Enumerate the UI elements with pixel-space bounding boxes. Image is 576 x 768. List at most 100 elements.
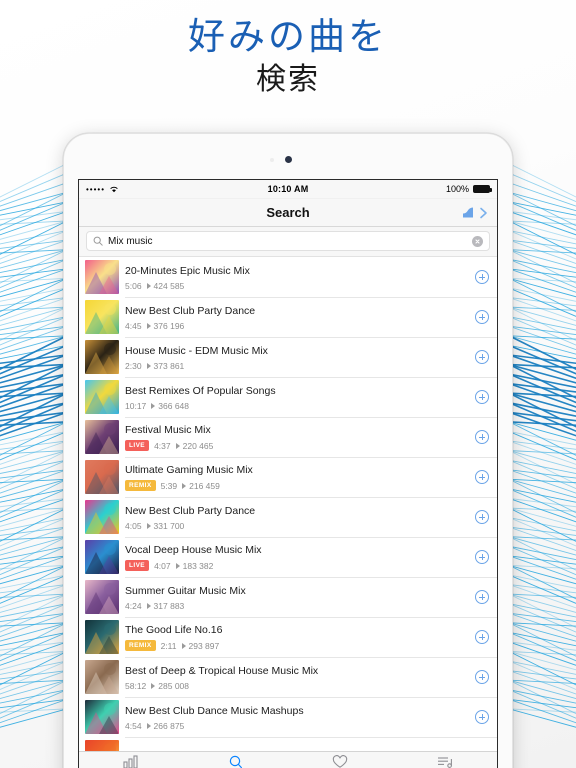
track-row[interactable]: Best of Deep & Tropical House Music Mix 5… [79,657,497,697]
wifi-icon [110,186,118,193]
add-circle-icon[interactable] [475,470,489,484]
track-meta: REMIX 5:39 216 459 [125,480,469,491]
play-icon [146,602,151,609]
track-row[interactable]: Ultimate Gaming Music Mix REMIX 5:39 216 45… [79,457,497,497]
tab-playlists[interactable]: Playlists [393,755,498,768]
play-count-value: 366 648 [158,400,190,411]
track-meta: LIVE 4:37 220 465 [125,440,469,451]
play-icon [175,442,180,449]
play-icon [146,362,151,369]
track-duration: 4:45 [125,320,142,331]
track-duration: 2:11 [160,640,177,651]
play-count-value: 317 883 [153,600,185,611]
add-circle-icon[interactable] [475,630,489,644]
device-screen: ••••• 10:10 AM 100% Search Mix music 20-… [78,179,498,768]
track-row[interactable]: New Best Club Party Dance 4:45 376 196 [79,297,497,337]
page-title: Search [266,205,310,220]
track-meta: 2:30 373 861 [125,361,469,371]
track-play-count: 317 883 [146,600,185,611]
track-play-count: 216 459 [182,481,220,491]
search-results-list[interactable]: 20-Minutes Epic Music Mix 5:06 424 585 New… [79,257,497,760]
track-thumbnail [85,620,119,654]
track-info: New Best Club Party Dance 4:05 331 700 [125,504,475,531]
track-row[interactable]: House Music - EDM Music Mix 2:30 373 861 [79,337,497,377]
play-count-value: 220 465 [182,440,214,451]
add-circle-icon[interactable] [475,310,489,324]
add-circle-icon[interactable] [475,510,489,524]
track-row[interactable]: 20-Minutes Epic Music Mix 5:06 424 585 [79,257,497,297]
add-circle-icon[interactable] [475,270,489,284]
track-info: Vocal Deep House Music Mix LIVE 4:07 183 38… [125,543,475,571]
add-circle-icon[interactable] [475,710,489,724]
tab-search[interactable]: Search [184,755,289,768]
track-play-count: 293 897 [181,641,219,651]
track-play-count: 331 700 [146,520,185,531]
add-circle-icon[interactable] [475,550,489,564]
track-row[interactable]: New Best Club Party Dance 4:05 331 700 [79,497,497,537]
nav-right-action[interactable] [462,206,489,219]
search-input[interactable]: Mix music [108,236,467,247]
track-thumbnail [85,460,119,494]
track-info: The Good Life No.16 REMIX 2:11 293 897 [125,623,475,651]
track-thumbnail [85,540,119,574]
track-title: Best Remixes Of Popular Songs [125,384,276,397]
clear-icon[interactable] [472,235,483,247]
track-play-count: 366 648 [151,401,189,411]
tab-favorites[interactable]: Favorites [288,755,393,768]
track-title: Vocal Deep House Music Mix [125,544,262,556]
add-circle-icon[interactable] [475,590,489,604]
add-circle-icon[interactable] [475,390,489,404]
track-title: 20-Minutes Epic Music Mix [125,264,250,277]
track-play-count: 266 875 [146,721,184,731]
track-row[interactable]: Vocal Deep House Music Mix LIVE 4:07 183 38… [79,537,497,577]
track-meta: REMIX 2:11 293 897 [125,640,469,651]
track-thumbnail [85,500,119,534]
track-row[interactable]: Summer Guitar Music Mix 4:24 317 883 [79,577,497,617]
add-circle-icon[interactable] [475,350,489,364]
search-icon [93,236,103,246]
play-count-value: 285 008 [158,680,190,691]
track-thumbnail [85,340,119,374]
wave-icon [463,207,473,217]
track-meta: 4:05 331 700 [125,521,469,531]
track-title: New Best Club Party Dance [125,504,256,517]
headline-line-2: 検索 [256,62,320,97]
track-meta: 58:12 285 008 [125,681,469,691]
track-duration: 2:30 [125,360,142,371]
add-circle-icon[interactable] [475,670,489,684]
track-title: The Good Life No.16 [125,624,223,636]
tab-charts[interactable]: Charts [79,755,184,768]
track-meta: 4:24 317 883 [125,601,469,611]
track-title: Summer Guitar Music Mix [125,584,246,597]
track-thumbnail [85,700,119,734]
track-duration: 4:54 [125,720,142,731]
status-bar-time: 10:10 AM [267,184,309,194]
track-duration: 5:06 [125,280,142,291]
playlist-icon [437,755,453,768]
track-thumbnail [85,660,119,694]
tab-bar[interactable]: ChartsSearchFavoritesPlaylists [79,751,497,768]
play-count-value: 216 459 [189,480,220,491]
play-icon [151,402,156,409]
tablet-device-frame: ••••• 10:10 AM 100% Search Mix music 20-… [63,133,513,768]
play-icon [146,282,151,289]
status-badge: REMIX [125,640,156,651]
track-row[interactable]: Festival Music Mix LIVE 4:37 220 465 [79,417,497,457]
track-title: Festival Music Mix [125,424,211,436]
play-count-value: 376 196 [153,320,185,331]
search-field[interactable]: Mix music [86,231,490,251]
add-circle-icon[interactable] [475,430,489,444]
track-play-count: 183 382 [175,561,213,571]
track-play-count: 376 196 [146,320,185,331]
track-duration: 10:17 [125,400,147,411]
play-icon [181,642,186,649]
sensor-dot [270,158,274,162]
play-icon [146,722,151,729]
track-row[interactable]: The Good Life No.16 REMIX 2:11 293 897 [79,617,497,657]
track-row[interactable]: New Best Club Dance Music Mashups 4:54 266… [79,697,497,737]
track-row[interactable]: Best Remixes Of Popular Songs 10:17 366 64… [79,377,497,417]
play-count-value: 331 700 [153,520,185,531]
track-info: 20-Minutes Epic Music Mix 5:06 424 585 [125,264,475,291]
bar-chart-icon [123,755,139,768]
headline-line-1: 好みの曲を [188,15,388,58]
